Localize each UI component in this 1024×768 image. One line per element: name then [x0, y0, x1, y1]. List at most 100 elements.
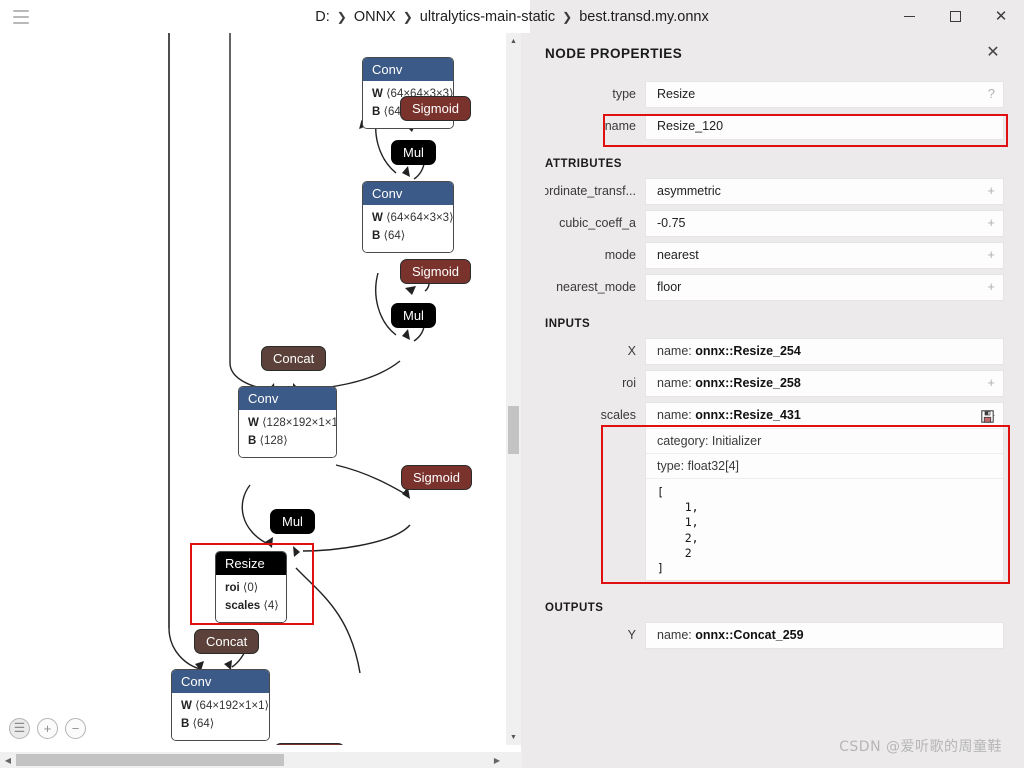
- input-value-field-expanded[interactable]: name: onnx::Resize_431 – category: Initi…: [645, 402, 1004, 582]
- output-value-field[interactable]: name: onnx::Concat_259: [645, 622, 1004, 650]
- name-input[interactable]: Resize_120: [645, 113, 1004, 140]
- expand-icon[interactable]: +: [987, 215, 995, 230]
- output-value: name: onnx::Concat_259: [646, 623, 1003, 648]
- node-box: Resize roi ⟨0⟩ scales ⟨4⟩: [215, 551, 287, 623]
- node-attr-row: scales ⟨4⟩: [225, 598, 279, 616]
- hamburger-menu-icon[interactable]: [8, 7, 34, 27]
- node-attr-row: B ⟨64⟩: [372, 228, 444, 246]
- input-label: roi: [622, 376, 636, 390]
- outputs-section-title: OUTPUTS: [545, 602, 604, 615]
- chevron-right-icon: ❯: [402, 9, 413, 24]
- panel-title: NODE PROPERTIES: [545, 45, 683, 61]
- hamburger-line: [13, 10, 29, 12]
- input-value: name: onnx::Resize_431: [646, 403, 1003, 428]
- type-key: type:: [657, 459, 685, 473]
- scroll-left-arrow-icon[interactable]: ◀: [0, 752, 16, 768]
- graph-node-sigmoid-2[interactable]: Sigmoid: [400, 259, 471, 284]
- save-icon[interactable]: [981, 410, 994, 423]
- model-graph-canvas[interactable]: Conv W ⟨64×64×3×3⟩ B ⟨64⟩ Sigmoid Mul Co…: [0, 33, 516, 745]
- node-title: Conv: [172, 670, 269, 693]
- panel-header: NODE PROPERTIES ✕: [521, 33, 1024, 73]
- graph-node-conv-2[interactable]: Conv W ⟨64×64×3×3⟩ B ⟨64⟩: [362, 181, 454, 253]
- node-properties-panel: NODE PROPERTIES ✕ type Resize ? name Res…: [521, 33, 1024, 768]
- maximize-button[interactable]: [932, 0, 978, 33]
- attr-key: W: [372, 88, 383, 100]
- node-title: Mul: [270, 509, 315, 534]
- expand-icon[interactable]: +: [987, 279, 995, 294]
- graph-horizontal-scrollbar[interactable]: ◀ ▶: [0, 752, 521, 768]
- close-panel-button[interactable]: ✕: [980, 39, 1006, 65]
- graph-node-concat-1[interactable]: Concat: [261, 346, 327, 371]
- horizontal-scroll-thumb[interactable]: [16, 754, 284, 766]
- graph-vertical-scrollbar[interactable]: ▲ ▼: [506, 33, 521, 745]
- attribute-value: nearest: [657, 248, 699, 262]
- output-label: Y: [627, 628, 636, 643]
- node-attr-row: roi ⟨0⟩: [225, 580, 277, 598]
- node-title: Sigmoid: [401, 465, 472, 490]
- input-name-key: name:: [657, 344, 692, 358]
- attr-key: B: [248, 434, 257, 447]
- graph-node-sigmoid-3[interactable]: Sigmoid: [401, 465, 472, 490]
- attribute-value-field[interactable]: nearest +: [645, 242, 1004, 269]
- graph-node-conv-3[interactable]: Conv W ⟨128×192×1×1⟩ B ⟨128⟩: [238, 386, 337, 458]
- title-bar: D: ❯ ONNX ❯ ultralytics-main-static ❯ be…: [0, 0, 1024, 33]
- graph-node-concat-2[interactable]: Concat: [194, 629, 260, 654]
- graph-node-mul-3[interactable]: Mul: [270, 509, 315, 534]
- node-attr-row: B ⟨128⟩: [248, 433, 327, 451]
- zoom-in-icon[interactable]: +: [37, 717, 58, 739]
- input-value-field[interactable]: name: onnx::Resize_254: [645, 338, 1004, 365]
- attribute-value: asymmetric: [657, 184, 721, 198]
- node-title: Mul: [391, 140, 436, 165]
- vertical-scroll-thumb[interactable]: [508, 406, 519, 454]
- attr-key: B: [372, 105, 381, 118]
- graph-node-mul-2[interactable]: Mul: [391, 303, 436, 328]
- graph-toolbar: ☰ + −: [0, 711, 516, 745]
- expand-icon[interactable]: +: [987, 183, 995, 198]
- property-row-name-wrapper: name Resize_120: [521, 113, 1024, 140]
- close-icon: ✕: [994, 8, 1008, 25]
- type-value: float32[4]: [687, 459, 740, 473]
- scroll-right-arrow-icon[interactable]: ▶: [489, 752, 505, 768]
- expand-icon[interactable]: +: [987, 375, 995, 390]
- attribute-label: mode: [604, 248, 636, 262]
- input-row-roi: roi name: onnx::Resize_258 +: [545, 370, 1004, 397]
- app-window: D: ❯ ONNX ❯ ultralytics-main-static ❯ be…: [0, 0, 1024, 768]
- zoom-out-icon[interactable]: −: [65, 717, 86, 739]
- graph-node-resize[interactable]: Resize roi ⟨0⟩ scales ⟨4⟩: [215, 551, 287, 623]
- attribute-row-cubic-coeff-a: cubic_coeff_a -0.75 +: [545, 210, 1004, 237]
- attr-key: W: [372, 212, 383, 224]
- node-title: Concat: [261, 346, 327, 371]
- minimize-button[interactable]: [886, 0, 932, 33]
- graph-node-mul-1[interactable]: Mul: [391, 140, 436, 165]
- input-value: name: onnx::Resize_254: [646, 339, 1003, 364]
- input-name-key: name:: [657, 376, 692, 390]
- property-value-field[interactable]: Resize ?: [645, 81, 1004, 108]
- attribute-row-nearest-mode: nearest_mode floor +: [545, 274, 1004, 301]
- maximize-icon: [949, 11, 961, 22]
- input-category-line: category: Initializer: [646, 428, 1003, 453]
- scroll-down-arrow-icon[interactable]: ▼: [506, 729, 521, 745]
- node-title: Sigmoid: [400, 259, 471, 284]
- node-attr-row: W ⟨128×192×1×1⟩: [248, 415, 336, 433]
- output-name-key: name:: [657, 628, 692, 643]
- input-name-value: onnx::Resize_258: [695, 376, 801, 390]
- output-row-y: Y name: onnx::Concat_259: [545, 622, 1004, 650]
- minimize-icon: [903, 16, 915, 17]
- zoom-out-glyph: −: [71, 720, 80, 736]
- node-attr-row: W ⟨64×64×3×3⟩: [372, 210, 453, 228]
- close-window-button[interactable]: ✕: [978, 0, 1024, 33]
- input-value-field[interactable]: name: onnx::Resize_258 +: [645, 370, 1004, 397]
- attribute-value-field[interactable]: floor +: [645, 274, 1004, 301]
- window-controls: ✕: [886, 0, 1024, 33]
- list-icon[interactable]: ☰: [9, 717, 30, 739]
- breadcrumb-item-drive: D:: [315, 8, 330, 25]
- expand-icon[interactable]: +: [987, 247, 995, 262]
- input-type-line: type: float32[4]: [646, 453, 1003, 478]
- help-icon[interactable]: ?: [988, 86, 995, 101]
- attribute-value-field[interactable]: -0.75 +: [645, 210, 1004, 237]
- category-key: category:: [657, 434, 709, 448]
- attribute-value-field[interactable]: asymmetric +: [645, 178, 1004, 205]
- graph-node-sigmoid-1[interactable]: Sigmoid: [400, 96, 471, 121]
- scroll-up-arrow-icon[interactable]: ▲: [506, 33, 521, 49]
- attributes-section-title: ATTRIBUTES: [545, 158, 622, 170]
